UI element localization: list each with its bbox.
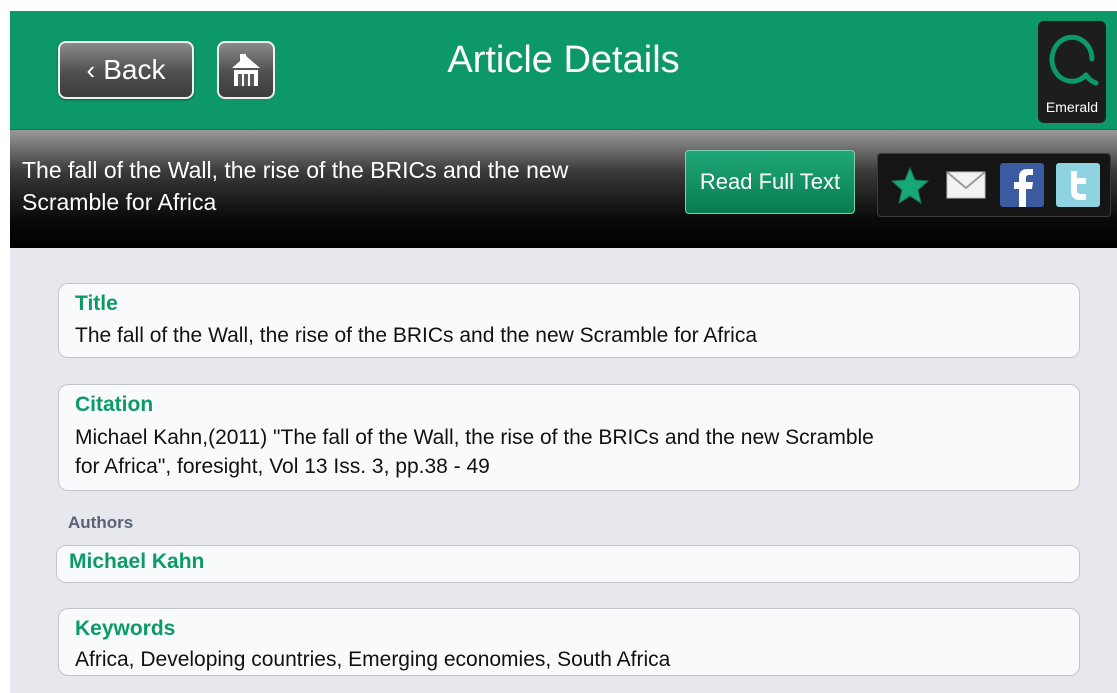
- citation-card: Citation Michael Kahn,(2011) "The fall o…: [58, 384, 1080, 491]
- emerald-logo-icon: [1049, 34, 1099, 86]
- title-value: The fall of the Wall, the rise of the BR…: [75, 324, 758, 347]
- chevron-left-icon: ‹: [86, 54, 96, 85]
- home-button[interactable]: [217, 41, 275, 99]
- back-button[interactable]: ‹ Back: [58, 41, 194, 99]
- citation-line-2: for Africa", foresight, Vol 13 Iss. 3, p…: [75, 455, 490, 478]
- nav-bar: ‹ Back Article Details Emerald: [10, 11, 1117, 130]
- share-toolbar: [877, 153, 1111, 217]
- app-window: ‹ Back Article Details Emerald The fall …: [10, 11, 1117, 693]
- twitter-icon[interactable]: [1056, 163, 1100, 207]
- author-list-item[interactable]: Michael Kahn: [56, 545, 1080, 583]
- logo-text: Emerald: [1045, 99, 1099, 115]
- author-name[interactable]: Michael Kahn: [69, 550, 204, 574]
- facebook-icon[interactable]: [1000, 163, 1044, 207]
- article-header-title: The fall of the Wall, the rise of the BR…: [22, 157, 569, 215]
- back-button-label: Back: [103, 54, 166, 85]
- keywords-card: Keywords Africa, Developing countries, E…: [58, 608, 1080, 676]
- article-header: The fall of the Wall, the rise of the BR…: [10, 130, 1117, 248]
- citation-label: Citation: [75, 393, 154, 416]
- emerald-logo: Emerald: [1038, 21, 1106, 123]
- keywords-value: Africa, Developing countries, Emerging e…: [75, 648, 671, 671]
- title-card: Title The fall of the Wall, the rise of …: [58, 283, 1080, 358]
- authors-section-label: Authors: [68, 513, 134, 532]
- citation-line-1: Michael Kahn,(2011) "The fall of the Wal…: [75, 426, 874, 449]
- star-icon[interactable]: [888, 163, 932, 207]
- mail-icon[interactable]: [944, 163, 988, 207]
- keywords-label: Keywords: [75, 617, 176, 640]
- title-label: Title: [75, 292, 118, 315]
- read-full-text-button[interactable]: Read Full Text: [685, 150, 855, 214]
- home-icon: [232, 54, 260, 86]
